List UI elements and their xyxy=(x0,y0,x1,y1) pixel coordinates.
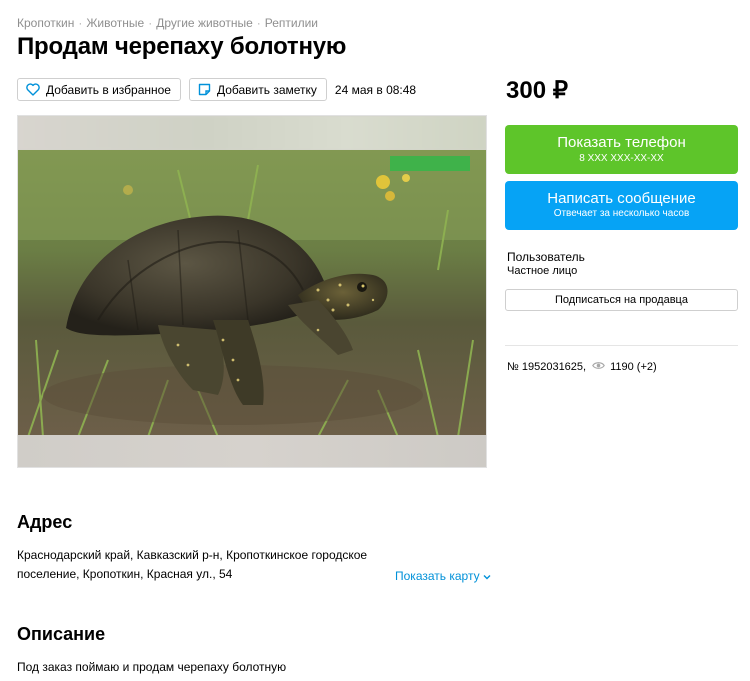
divider xyxy=(505,345,738,346)
address-text: Краснодарский край, Кавказский р-н, Кроп… xyxy=(17,548,368,581)
breadcrumb: Кропоткин · Животные · Другие животные ·… xyxy=(17,16,318,30)
breadcrumb-separator: · xyxy=(148,16,153,30)
add-note-button[interactable]: Добавить заметку xyxy=(188,78,327,101)
breadcrumb-separator: · xyxy=(256,16,261,30)
show-map-label: Показать карту xyxy=(395,569,480,583)
photo-blur-bottom xyxy=(18,435,486,467)
photo-blur-top xyxy=(18,116,486,150)
masked-phone: 8 XXX XXX-XX-XX xyxy=(579,153,664,164)
subscribe-seller-button[interactable]: Подписаться на продавца xyxy=(505,289,738,311)
chevron-down-icon xyxy=(483,569,491,583)
turtle-photo[interactable] xyxy=(18,150,486,437)
seller-type: Частное лицо xyxy=(507,265,578,277)
seller-name[interactable]: Пользователь xyxy=(507,250,585,264)
write-message-label: Написать сообщение xyxy=(547,190,696,207)
add-to-favorites-label: Добавить в избранное xyxy=(46,82,171,97)
description-text: Под заказ поймаю и продам черепаху болот… xyxy=(17,660,287,674)
eye-icon xyxy=(592,361,605,373)
photo-gallery[interactable] xyxy=(17,115,487,468)
listing-actions: Добавить в избранное Добавить заметку 24… xyxy=(17,78,416,101)
publish-date: 24 мая в 08:48 xyxy=(334,82,417,97)
breadcrumb-item-city[interactable]: Кропоткин xyxy=(17,16,74,30)
breadcrumb-item-animals[interactable]: Животные xyxy=(86,16,144,30)
view-count-value: 1190 (+2) xyxy=(610,361,657,373)
breadcrumb-item-other-animals[interactable]: Другие животные xyxy=(156,16,253,30)
listing-number: № 1952031625, xyxy=(507,361,587,373)
note-icon xyxy=(198,83,211,96)
breadcrumb-separator: · xyxy=(78,16,83,30)
page-title: Продам черепаху болотную xyxy=(17,33,347,60)
description-heading: Описание xyxy=(17,624,106,644)
heart-icon xyxy=(26,83,40,96)
view-count: 1190 (+2) xyxy=(592,361,657,373)
response-time: Отвечает за несколько часов xyxy=(553,208,690,219)
write-message-button[interactable]: Написать сообщение Отвечает за несколько… xyxy=(505,181,738,230)
show-phone-button[interactable]: Показать телефон 8 XXX XXX-XX-XX xyxy=(505,125,738,174)
show-map-link[interactable]: Показать карту xyxy=(395,569,491,583)
add-to-favorites-button[interactable]: Добавить в избранное xyxy=(17,78,181,101)
address-heading: Адрес xyxy=(17,512,73,532)
breadcrumb-item-reptiles[interactable]: Рептилии xyxy=(265,16,318,30)
add-note-label: Добавить заметку xyxy=(216,82,317,97)
price: 300 ₽ xyxy=(506,77,568,104)
listing-meta: № 1952031625, 1190 (+2) xyxy=(507,361,657,373)
show-phone-label: Показать телефон xyxy=(557,134,686,151)
